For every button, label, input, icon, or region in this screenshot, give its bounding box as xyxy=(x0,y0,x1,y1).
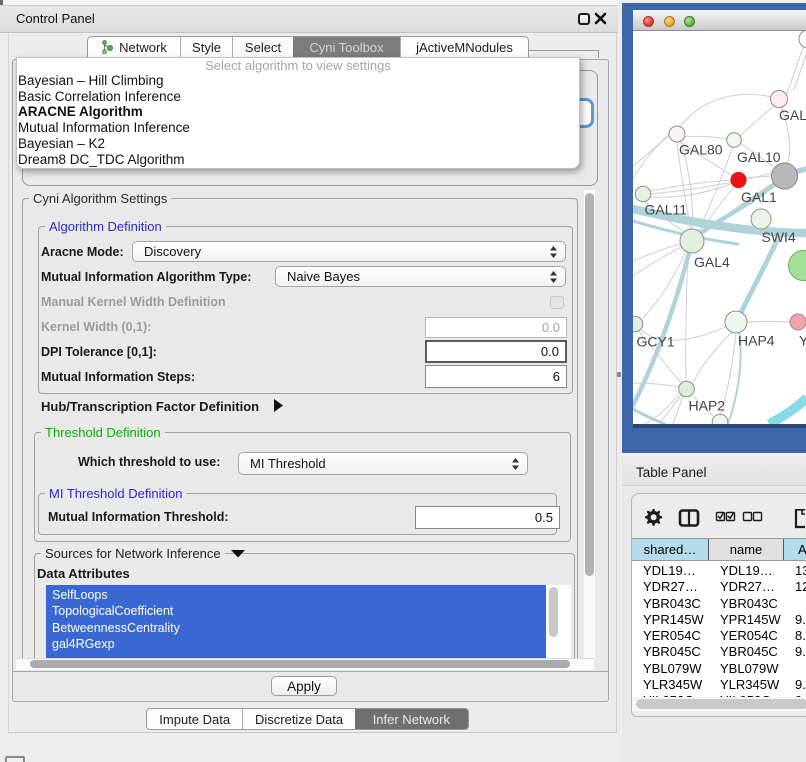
svg-text:SWI4: SWI4 xyxy=(762,229,796,245)
svg-text:GAL11: GAL11 xyxy=(645,202,688,218)
svg-text:GAL10: GAL10 xyxy=(737,149,781,165)
svg-text:GAL80: GAL80 xyxy=(679,142,723,158)
svg-text:GCY1: GCY1 xyxy=(637,334,675,350)
svg-text:GAL7: GAL7 xyxy=(779,107,806,123)
svg-text:Y: Y xyxy=(799,333,806,349)
svg-text:GAL4: GAL4 xyxy=(694,254,730,270)
svg-text:HAP4: HAP4 xyxy=(738,333,775,349)
svg-text:HAP2: HAP2 xyxy=(689,398,726,414)
svg-text:GAL1: GAL1 xyxy=(741,189,777,205)
